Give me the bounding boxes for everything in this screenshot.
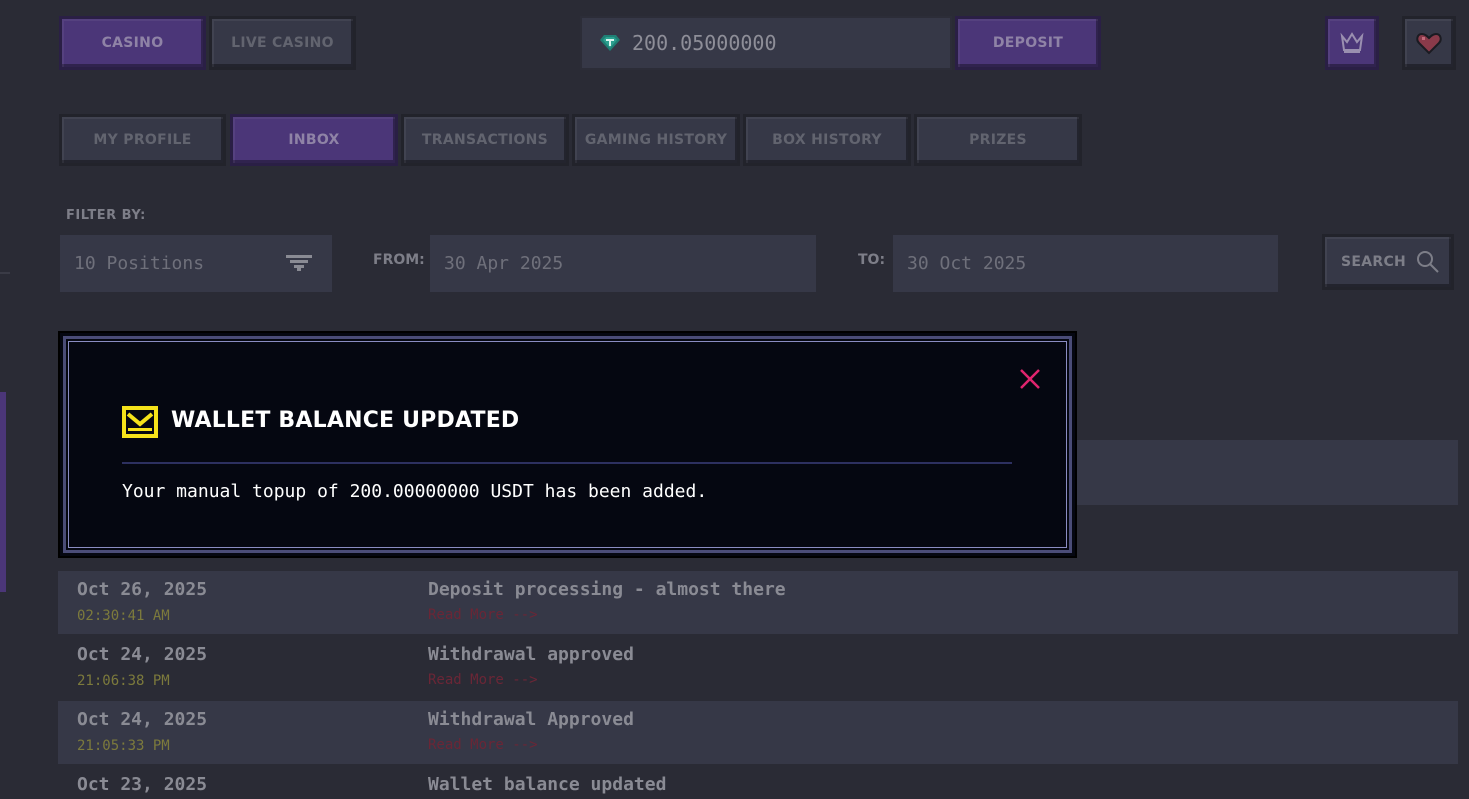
search-icon xyxy=(1417,251,1439,273)
read-more-link[interactable]: Read More --> xyxy=(428,672,538,688)
tab-gaming-history[interactable]: GAMING HISTORY xyxy=(572,114,740,166)
modal-title: WALLET BALANCE UPDATED xyxy=(171,408,520,433)
message-time: 21:05:33 PM xyxy=(77,738,170,754)
balance-amount: 200.05000000 xyxy=(632,31,777,55)
read-more-link[interactable]: Read More --> xyxy=(428,737,538,753)
crown-icon xyxy=(1340,32,1364,53)
envelope-icon xyxy=(122,406,158,438)
modal-message: Your manual topup of 200.00000000 USDT h… xyxy=(122,481,708,502)
read-more-link[interactable]: Read More --> xyxy=(428,607,538,623)
left-edge-divider xyxy=(0,272,10,274)
list-item[interactable]: Oct 23, 2025 Wallet balance updated xyxy=(58,766,1458,799)
message-date: Oct 26, 2025 xyxy=(77,579,208,600)
modal-frame xyxy=(63,336,1072,553)
to-date-value: 30 Oct 2025 xyxy=(907,253,1027,274)
tab-my-profile[interactable]: MY PROFILE xyxy=(59,114,226,166)
favorites-heart-button[interactable] xyxy=(1402,16,1456,70)
live-casino-button[interactable]: LIVE CASINO xyxy=(209,16,356,70)
list-item[interactable]: Oct 24, 2025 21:05:33 PM Withdrawal Appr… xyxy=(58,701,1458,764)
message-time: 21:06:38 PM xyxy=(77,673,170,689)
message-modal xyxy=(58,331,1077,558)
from-date-value: 30 Apr 2025 xyxy=(444,253,564,274)
heart-icon xyxy=(1416,32,1442,55)
deposit-button[interactable]: DEPOSIT xyxy=(955,16,1101,70)
positions-select[interactable]: 10 Positions xyxy=(60,235,332,292)
tab-box-history[interactable]: BOX HISTORY xyxy=(743,114,911,166)
to-date-input[interactable]: 30 Oct 2025 xyxy=(893,235,1278,292)
from-date-input[interactable]: 30 Apr 2025 xyxy=(430,235,816,292)
vip-crown-button[interactable] xyxy=(1325,16,1379,70)
search-button[interactable]: SEARCH xyxy=(1322,234,1454,290)
tether-gem-icon xyxy=(600,35,620,51)
modal-divider xyxy=(122,462,1012,464)
message-title: Withdrawal Approved xyxy=(428,709,634,730)
message-date: Oct 23, 2025 xyxy=(77,774,208,795)
left-edge-indicator xyxy=(0,392,6,592)
tab-prizes[interactable]: PRIZES xyxy=(914,114,1082,166)
search-label: SEARCH xyxy=(1341,254,1407,270)
message-date: Oct 24, 2025 xyxy=(77,709,208,730)
message-date: Oct 24, 2025 xyxy=(77,644,208,665)
list-item[interactable]: Oct 24, 2025 21:06:38 PM Withdrawal appr… xyxy=(58,636,1458,699)
list-item[interactable]: Oct 26, 2025 02:30:41 AM Deposit process… xyxy=(58,571,1458,634)
tab-inbox[interactable]: INBOX xyxy=(230,114,398,166)
message-time: 02:30:41 AM xyxy=(77,608,170,624)
message-title: Wallet balance updated xyxy=(428,774,667,795)
from-label: FROM: xyxy=(373,252,425,268)
message-title: Withdrawal approved xyxy=(428,644,634,665)
wallet-balance: 200.05000000 xyxy=(580,16,952,70)
message-title: Deposit processing - almost there xyxy=(428,579,786,600)
to-label: TO: xyxy=(858,252,886,268)
tab-transactions[interactable]: TRANSACTIONS xyxy=(401,114,569,166)
close-icon[interactable] xyxy=(1018,367,1042,391)
list-item-hidden xyxy=(1076,440,1458,505)
filter-label: FILTER BY: xyxy=(66,208,146,223)
positions-value: 10 Positions xyxy=(74,253,205,274)
filter-funnel-icon xyxy=(286,255,312,271)
casino-button[interactable]: CASINO xyxy=(59,16,206,70)
